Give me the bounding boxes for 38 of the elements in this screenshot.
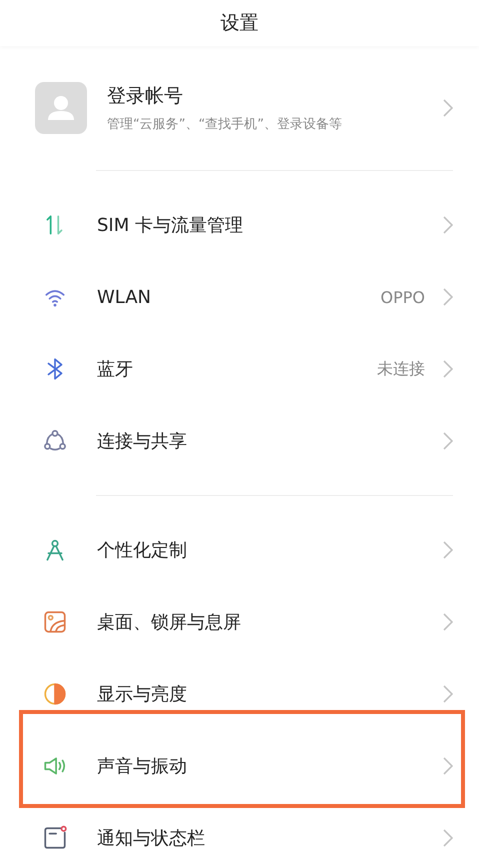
settings-item[interactable]: 连接与共享 xyxy=(0,405,479,477)
item-label: 桌面、锁屏与息屏 xyxy=(97,611,242,634)
account-subtitle: 管理“云服务”、“查找手机”、登录设备等 xyxy=(107,116,343,133)
settings-item[interactable]: 通知与状态栏 xyxy=(0,802,479,864)
chevron-icon xyxy=(443,360,453,378)
chevron-icon xyxy=(443,99,453,117)
chevron-icon xyxy=(443,685,453,703)
item-label: SIM 卡与流量管理 xyxy=(97,214,244,237)
chevron-icon xyxy=(443,541,453,559)
item-label: 连接与共享 xyxy=(97,430,188,453)
item-label: 通知与状态栏 xyxy=(97,827,206,850)
chevron-icon xyxy=(443,432,453,450)
avatar-icon xyxy=(35,82,87,134)
contrast-icon xyxy=(42,681,68,707)
item-label: 声音与振动 xyxy=(97,755,188,778)
item-label: 个性化定制 xyxy=(97,539,188,562)
settings-item[interactable]: 蓝牙 未连接 xyxy=(0,333,479,405)
chevron-icon xyxy=(443,613,453,631)
item-label: WLAN xyxy=(97,286,152,308)
settings-item[interactable]: 声音与振动 xyxy=(0,730,479,802)
account-row[interactable]: 登录帐号 管理“云服务”、“查找手机”、登录设备等 xyxy=(0,64,479,152)
item-value: 未连接 xyxy=(377,358,425,380)
page-title: 设置 xyxy=(220,11,258,36)
item-value: OPPO xyxy=(380,288,425,306)
settings-item[interactable]: 桌面、锁屏与息屏 xyxy=(0,586,479,658)
chevron-icon xyxy=(443,288,453,306)
item-label: 蓝牙 xyxy=(97,358,134,381)
settings-item[interactable]: 个性化定制 xyxy=(0,514,479,586)
settings-item[interactable]: SIM 卡与流量管理 xyxy=(0,189,479,261)
chevron-icon xyxy=(443,757,453,775)
wallpaper-icon xyxy=(42,609,68,635)
account-name: 登录帐号 xyxy=(107,84,184,109)
notification-icon xyxy=(42,825,68,851)
settings-item[interactable]: WLAN OPPO xyxy=(0,261,479,333)
settings-item[interactable]: 显示与亮度 xyxy=(0,658,479,730)
chevron-icon xyxy=(443,829,453,847)
chevron-icon xyxy=(443,216,453,234)
item-label: 显示与亮度 xyxy=(97,683,188,706)
